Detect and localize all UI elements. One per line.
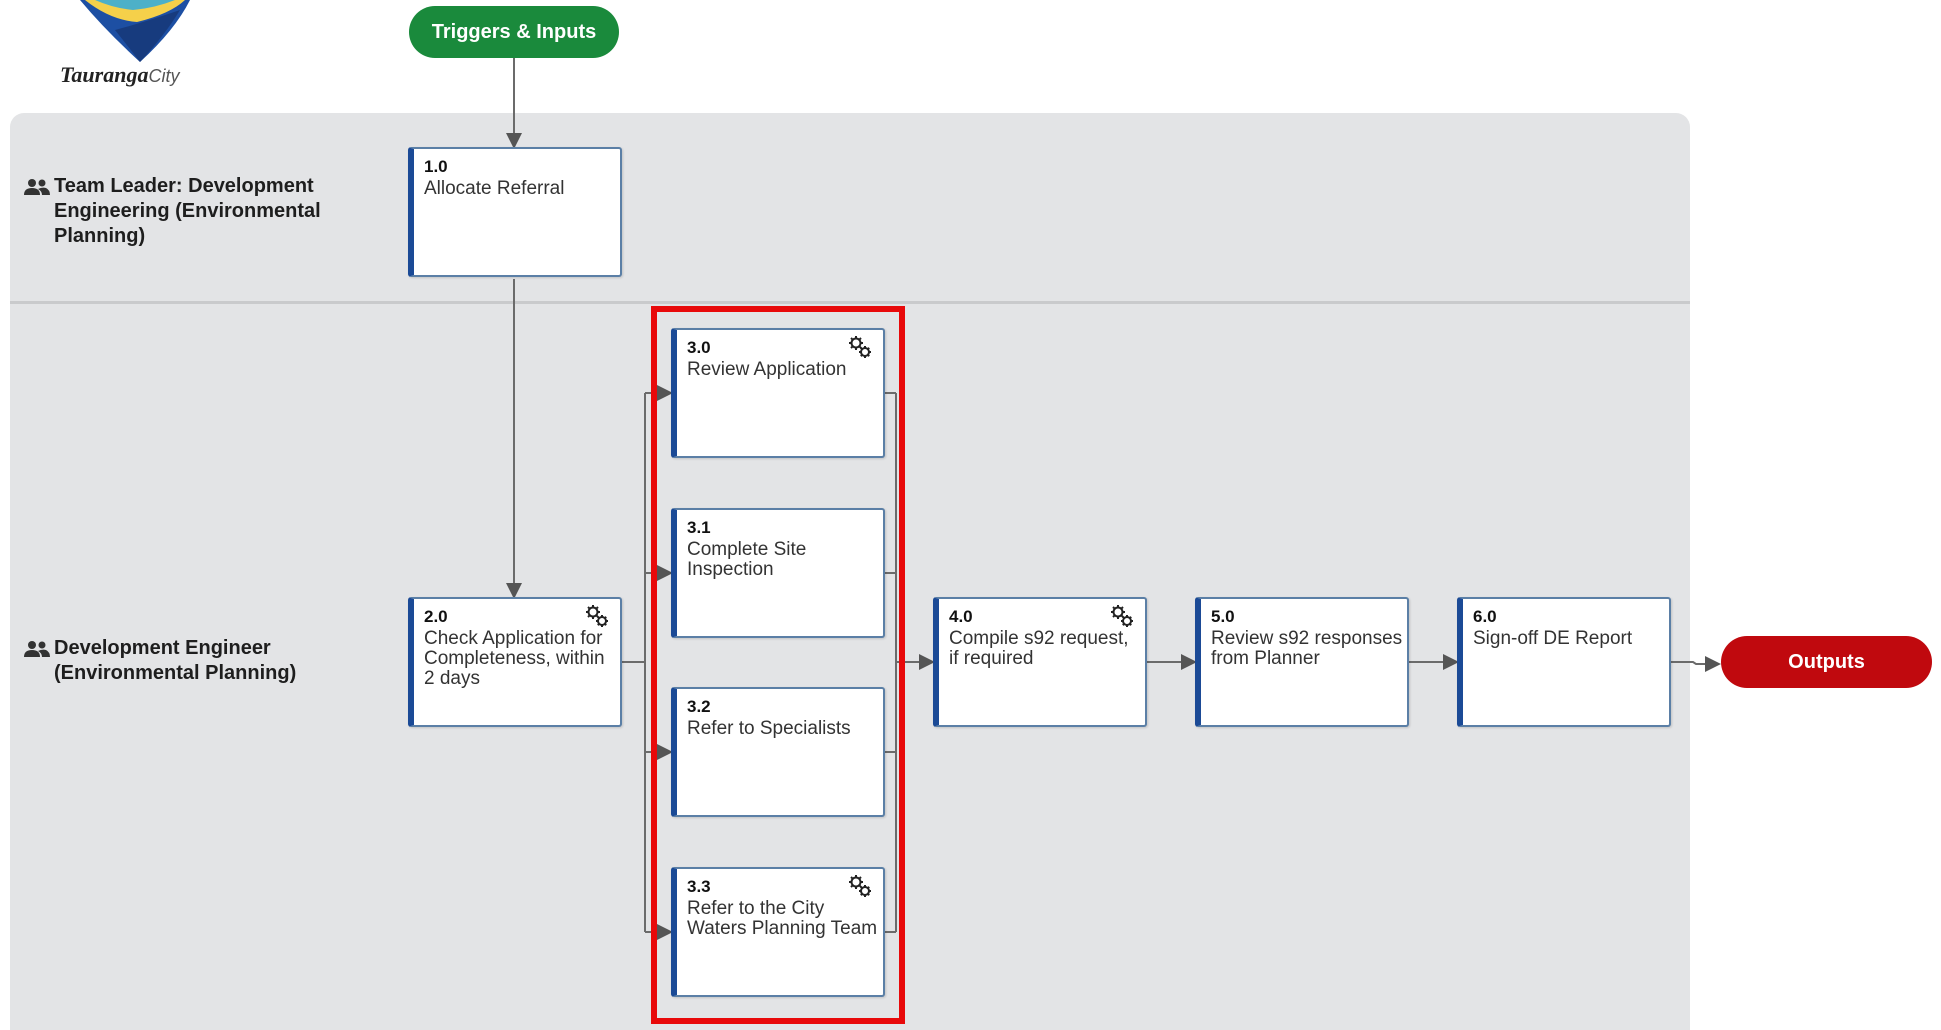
step-number: 1.0 — [424, 157, 448, 176]
process-step-5-0[interactable]: 5.0 Review s92 responses from Planner — [1195, 597, 1409, 727]
step-title: Review s92 responses from Planner — [1211, 628, 1403, 669]
step-number: 2.0 — [424, 607, 448, 626]
connector-6-0-to-outputs — [1671, 656, 1721, 672]
triggers-inputs-pill[interactable]: Triggers & Inputs — [409, 6, 619, 58]
step-title: Check Application for Completeness, with… — [424, 628, 605, 689]
process-step-6-0[interactable]: 6.0 Sign-off DE Report — [1457, 597, 1671, 727]
highlight-rectangle — [651, 306, 905, 1024]
step-title: Allocate Referral — [424, 178, 565, 199]
outputs-pill[interactable]: Outputs — [1721, 636, 1932, 688]
step-title: Compile s92 request, if required — [949, 628, 1129, 669]
step-title: Sign-off DE Report — [1473, 628, 1633, 649]
step-number: 4.0 — [949, 607, 973, 626]
process-step-2-0[interactable]: 2.0 Check Application for Completeness, … — [408, 597, 622, 727]
gears-icon[interactable] — [1109, 603, 1135, 629]
process-step-1-0[interactable]: 1.0 Allocate Referral — [408, 147, 622, 277]
connector-lines — [506, 58, 1721, 940]
gears-icon[interactable] — [584, 603, 610, 629]
step-number: 5.0 — [1211, 607, 1235, 626]
step-number: 6.0 — [1473, 607, 1497, 626]
process-step-4-0[interactable]: 4.0 Compile s92 request, if required — [933, 597, 1147, 727]
